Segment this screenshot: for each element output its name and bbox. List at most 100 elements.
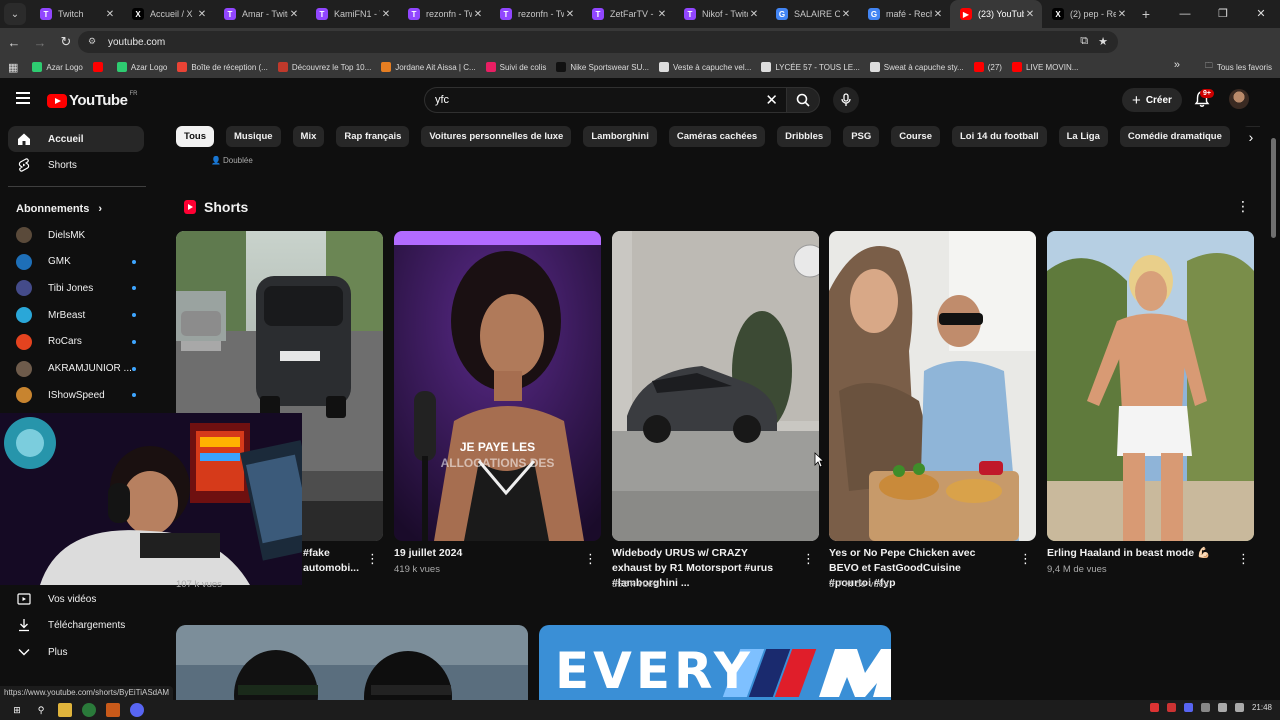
filter-chip[interactable]: Mix: [292, 126, 325, 147]
tab-close-icon[interactable]: ✕: [656, 9, 668, 20]
browser-tab[interactable]: T KamiFN1 - T ✕: [306, 0, 398, 28]
bookmark-item[interactable]: LYCÉE 57 - TOUS LE...: [761, 62, 860, 72]
tab-close-icon[interactable]: ✕: [104, 9, 116, 20]
short-title[interactable]: #fake automobi...: [303, 546, 363, 576]
browser-tab[interactable]: X (2) pep - Re ✕: [1042, 0, 1134, 28]
short-thumbnail-3[interactable]: [612, 231, 819, 541]
tray-discord-icon[interactable]: [1183, 703, 1193, 712]
address-bar[interactable]: ⚙ youtube.com ⧉ ★: [78, 31, 1118, 53]
account-avatar[interactable]: [1229, 89, 1249, 109]
back-icon[interactable]: ←: [2, 35, 26, 50]
subscription-item[interactable]: RoCars: [8, 329, 144, 355]
tray-app2-icon[interactable]: [1200, 703, 1210, 712]
chrome-icon[interactable]: [82, 703, 96, 717]
tab-close-icon[interactable]: ✕: [380, 9, 392, 20]
filter-chip[interactable]: Dribbles: [777, 126, 832, 147]
bookmark-item[interactable]: [92, 62, 107, 72]
sidebar-item-home[interactable]: Accueil: [8, 126, 144, 152]
shelf-more-icon[interactable]: ⋮: [1236, 198, 1250, 214]
bookmark-item[interactable]: Azar Logo: [116, 62, 167, 72]
sidebar-item-your-videos[interactable]: Vos vidéos: [8, 586, 144, 612]
filter-chip[interactable]: Loi 14 du football: [951, 126, 1047, 147]
search-icon[interactable]: ⚲: [34, 703, 48, 717]
tab-close-icon[interactable]: ✕: [564, 9, 576, 20]
subscription-item[interactable]: MrBeast: [8, 302, 144, 328]
bookmark-item[interactable]: Suivi de colis: [485, 62, 546, 72]
filter-chip[interactable]: Voitures personnelles de luxe: [421, 126, 572, 147]
subscription-item[interactable]: Tibi Jones: [8, 275, 144, 301]
subscription-item[interactable]: IShowSpeed: [8, 382, 144, 408]
windows-start-icon[interactable]: ⊞: [10, 703, 24, 717]
filter-chip[interactable]: Lamborghini: [583, 126, 657, 147]
filter-chip[interactable]: Musique: [226, 126, 281, 147]
filter-chip[interactable]: Comédie dramatique: [1119, 126, 1230, 147]
short-thumbnail-5[interactable]: [1047, 231, 1254, 541]
browser-tab[interactable]: T Nikof - Twitc ✕: [674, 0, 766, 28]
browser-tab[interactable]: Trezonfn - Tw ✕: [398, 0, 490, 28]
tab-close-icon[interactable]: ✕: [1116, 9, 1128, 20]
short-title[interactable]: 19 juillet 2024: [394, 546, 570, 561]
tab-close-icon[interactable]: ✕: [472, 9, 484, 20]
short-thumbnail-4[interactable]: [829, 231, 1036, 541]
tray-network-icon[interactable]: [1217, 703, 1227, 712]
tab-close-icon[interactable]: ✕: [288, 9, 300, 20]
forward-icon[interactable]: →: [28, 35, 52, 50]
short-more-icon[interactable]: ⋮: [366, 551, 379, 567]
browser-tab[interactable]: G SALAIRE ON✕: [766, 0, 858, 28]
tab-close-icon[interactable]: ✕: [748, 9, 760, 20]
bookmark-item[interactable]: (27): [973, 62, 1002, 72]
tab-close-icon[interactable]: ✕: [196, 9, 208, 20]
short-more-icon[interactable]: ⋮: [1237, 551, 1250, 567]
sidebar-item-downloads[interactable]: Téléchargements: [8, 612, 144, 638]
subscription-item[interactable]: AKRAMJUNIOR ...: [8, 356, 144, 382]
browser-tab[interactable]: T Amar - Twitc ✕: [214, 0, 306, 28]
discord-icon[interactable]: [130, 703, 144, 717]
app-orange-icon[interactable]: [106, 703, 120, 717]
restore-icon[interactable]: ❐: [1204, 0, 1242, 28]
short-title[interactable]: Erling Haaland in beast mode 💪🏻: [1047, 546, 1223, 561]
short-more-icon[interactable]: ⋮: [1019, 551, 1032, 567]
apps-grid-icon[interactable]: ▦: [8, 61, 18, 74]
browser-tab[interactable]: ▶ (23) YouTub ✕: [950, 0, 1042, 28]
bookmarks-overflow-icon[interactable]: »: [1174, 59, 1180, 71]
filter-chip[interactable]: Rap français: [336, 126, 410, 147]
site-info-icon[interactable]: ⚙: [88, 36, 100, 48]
filter-chip[interactable]: Course: [891, 126, 940, 147]
file-explorer-icon[interactable]: [58, 703, 72, 717]
close-window-icon[interactable]: ✕: [1242, 0, 1280, 28]
cast-icon[interactable]: ⧉: [1080, 35, 1088, 48]
bookmark-item[interactable]: LIVE MOVIN...: [1011, 62, 1078, 72]
short-more-icon[interactable]: ⋮: [802, 551, 815, 567]
tray-mic-icon[interactable]: [1149, 703, 1159, 712]
filter-chip[interactable]: PSG: [843, 126, 880, 147]
voice-search-button[interactable]: [833, 87, 859, 113]
menu-icon[interactable]: [16, 92, 30, 104]
bookmark-item[interactable]: Azar Logo: [32, 62, 83, 72]
tray-volume-icon[interactable]: [1234, 703, 1244, 712]
clock[interactable]: 21:48: [1252, 703, 1272, 712]
tray-app-icon[interactable]: [1166, 703, 1176, 712]
bookmark-star-icon[interactable]: ★: [1098, 35, 1108, 48]
reload-icon[interactable]: ↻: [54, 34, 78, 50]
sidebar-item-more[interactable]: Plus: [8, 639, 144, 665]
clear-search-icon[interactable]: ✕: [765, 91, 778, 109]
tab-close-icon[interactable]: ✕: [932, 9, 944, 20]
browser-tab[interactable]: T ZetFarTV - T✕: [582, 0, 674, 28]
search-button[interactable]: [786, 87, 820, 113]
subscription-item[interactable]: GMK: [8, 249, 144, 275]
tab-close-icon[interactable]: ✕: [1024, 9, 1036, 20]
bookmark-item[interactable]: Veste à capuche vel...: [659, 62, 751, 72]
tab-close-icon[interactable]: ✕: [840, 9, 852, 20]
youtube-logo[interactable]: YouTube FR: [47, 91, 137, 109]
subscription-item[interactable]: DielsMK: [8, 222, 144, 248]
bookmark-item[interactable]: Découvrez le Top 10...: [277, 62, 371, 72]
bookmark-item[interactable]: Boîte de réception (...: [177, 62, 268, 72]
subscriptions-heading[interactable]: Abonnements ›: [16, 203, 102, 215]
filter-chip[interactable]: Caméras cachées: [668, 126, 766, 147]
bookmark-item[interactable]: Sweat à capuche sty...: [869, 62, 964, 72]
new-tab-button[interactable]: +: [1134, 6, 1158, 22]
sidebar-item-shorts[interactable]: Shorts: [8, 152, 144, 178]
filter-chip[interactable]: Tous: [176, 126, 214, 147]
short-thumbnail-2[interactable]: JE PAYE LES ALLOCATIONS DES: [394, 231, 601, 541]
video-thumbnail-row2-1[interactable]: [176, 625, 528, 700]
